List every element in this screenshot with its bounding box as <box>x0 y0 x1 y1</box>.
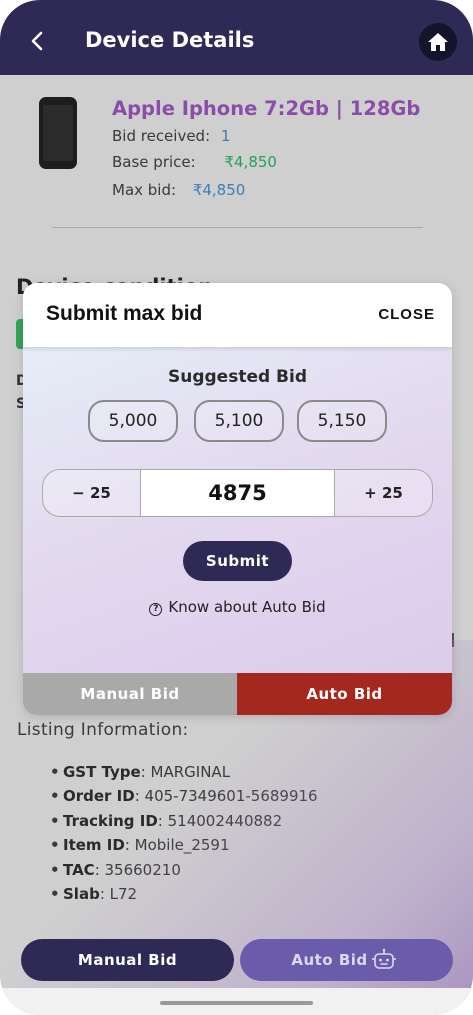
bid-amount-stepper: − 25 4875 + 25 <box>42 469 433 517</box>
suggested-bid-title: Suggested Bid <box>167 367 308 387</box>
increment-button[interactable]: + 25 <box>335 470 432 516</box>
max-bid-row: Max bid: ₹4,850 <box>112 181 245 199</box>
decrement-button[interactable]: − 25 <box>43 470 140 516</box>
phone-screen: Device Details Apple Iphone 7:2Gb | 128G… <box>0 0 473 1015</box>
home-button[interactable] <box>419 23 457 61</box>
auto-bid-button[interactable]: Auto Bid <box>240 939 453 981</box>
base-price-row: Base price: ₹4,850 <box>112 153 277 171</box>
robot-icon <box>372 948 396 969</box>
suggested-bid-chip[interactable]: 5,000 <box>88 400 178 442</box>
list-item: • Slab: L72 <box>50 884 138 903</box>
submit-button[interactable]: Submit <box>183 541 292 581</box>
bid-received-value: 1 <box>220 127 231 145</box>
bid-received-row: Bid received: 1 <box>112 127 230 145</box>
app-header: Device Details <box>0 0 473 75</box>
device-name: Apple Iphone 7:2Gb | 128Gb <box>112 97 421 120</box>
list-item: • TAC: 35660210 <box>50 860 181 879</box>
device-image <box>39 97 77 169</box>
max-bid-value: ₹4,850 <box>192 181 246 199</box>
listing-info-list: • GST Type: MARGINAL • Order ID: 405-73496… <box>50 760 318 906</box>
suggested-bid-chip[interactable]: 5,150 <box>297 400 387 442</box>
listing-info-title: Listing Information: <box>17 720 189 740</box>
submit-max-bid-dialog: Submit max bid CLOSE Suggested Bid 5,000… <box>23 283 452 715</box>
tab-manual-bid[interactable]: Manual Bid <box>23 673 237 715</box>
bid-amount-input[interactable]: 4875 <box>140 470 335 516</box>
home-icon <box>428 33 448 51</box>
page-title: Device Details <box>85 28 255 52</box>
base-price-value: ₹4,850 <box>224 153 277 171</box>
back-button[interactable] <box>30 30 52 56</box>
auto-bid-label: Auto Bid <box>291 951 368 969</box>
list-item: • Order ID: 405-7349601-5689916 <box>50 787 318 806</box>
system-nav-bar <box>0 988 473 1015</box>
close-button[interactable]: CLOSE <box>378 306 435 323</box>
list-item: • Item ID: Mobile_2591 <box>50 836 230 855</box>
tab-auto-bid[interactable]: Auto Bid <box>237 673 452 715</box>
dialog-title: Submit max bid <box>46 302 203 325</box>
question-circle-icon: ? <box>149 603 163 616</box>
list-item: • GST Type: MARGINAL <box>50 763 231 781</box>
know-about-auto-bid-link[interactable]: ? Know about Auto Bid <box>23 598 452 616</box>
manual-bid-button[interactable]: Manual Bid <box>21 939 234 981</box>
know-about-label: Know about Auto Bid <box>168 598 326 616</box>
base-price-label: Base price: <box>112 153 196 171</box>
home-indicator[interactable] <box>160 1001 313 1005</box>
max-bid-label: Max bid: <box>112 181 177 199</box>
dialog-header: Submit max bid CLOSE <box>23 283 452 347</box>
bid-received-label: Bid received: <box>112 127 211 145</box>
chevron-left-icon <box>31 31 43 51</box>
list-item: • Tracking ID: 514002440882 <box>50 811 283 830</box>
suggested-bid-chip[interactable]: 5,100 <box>194 400 284 442</box>
divider <box>52 227 423 228</box>
